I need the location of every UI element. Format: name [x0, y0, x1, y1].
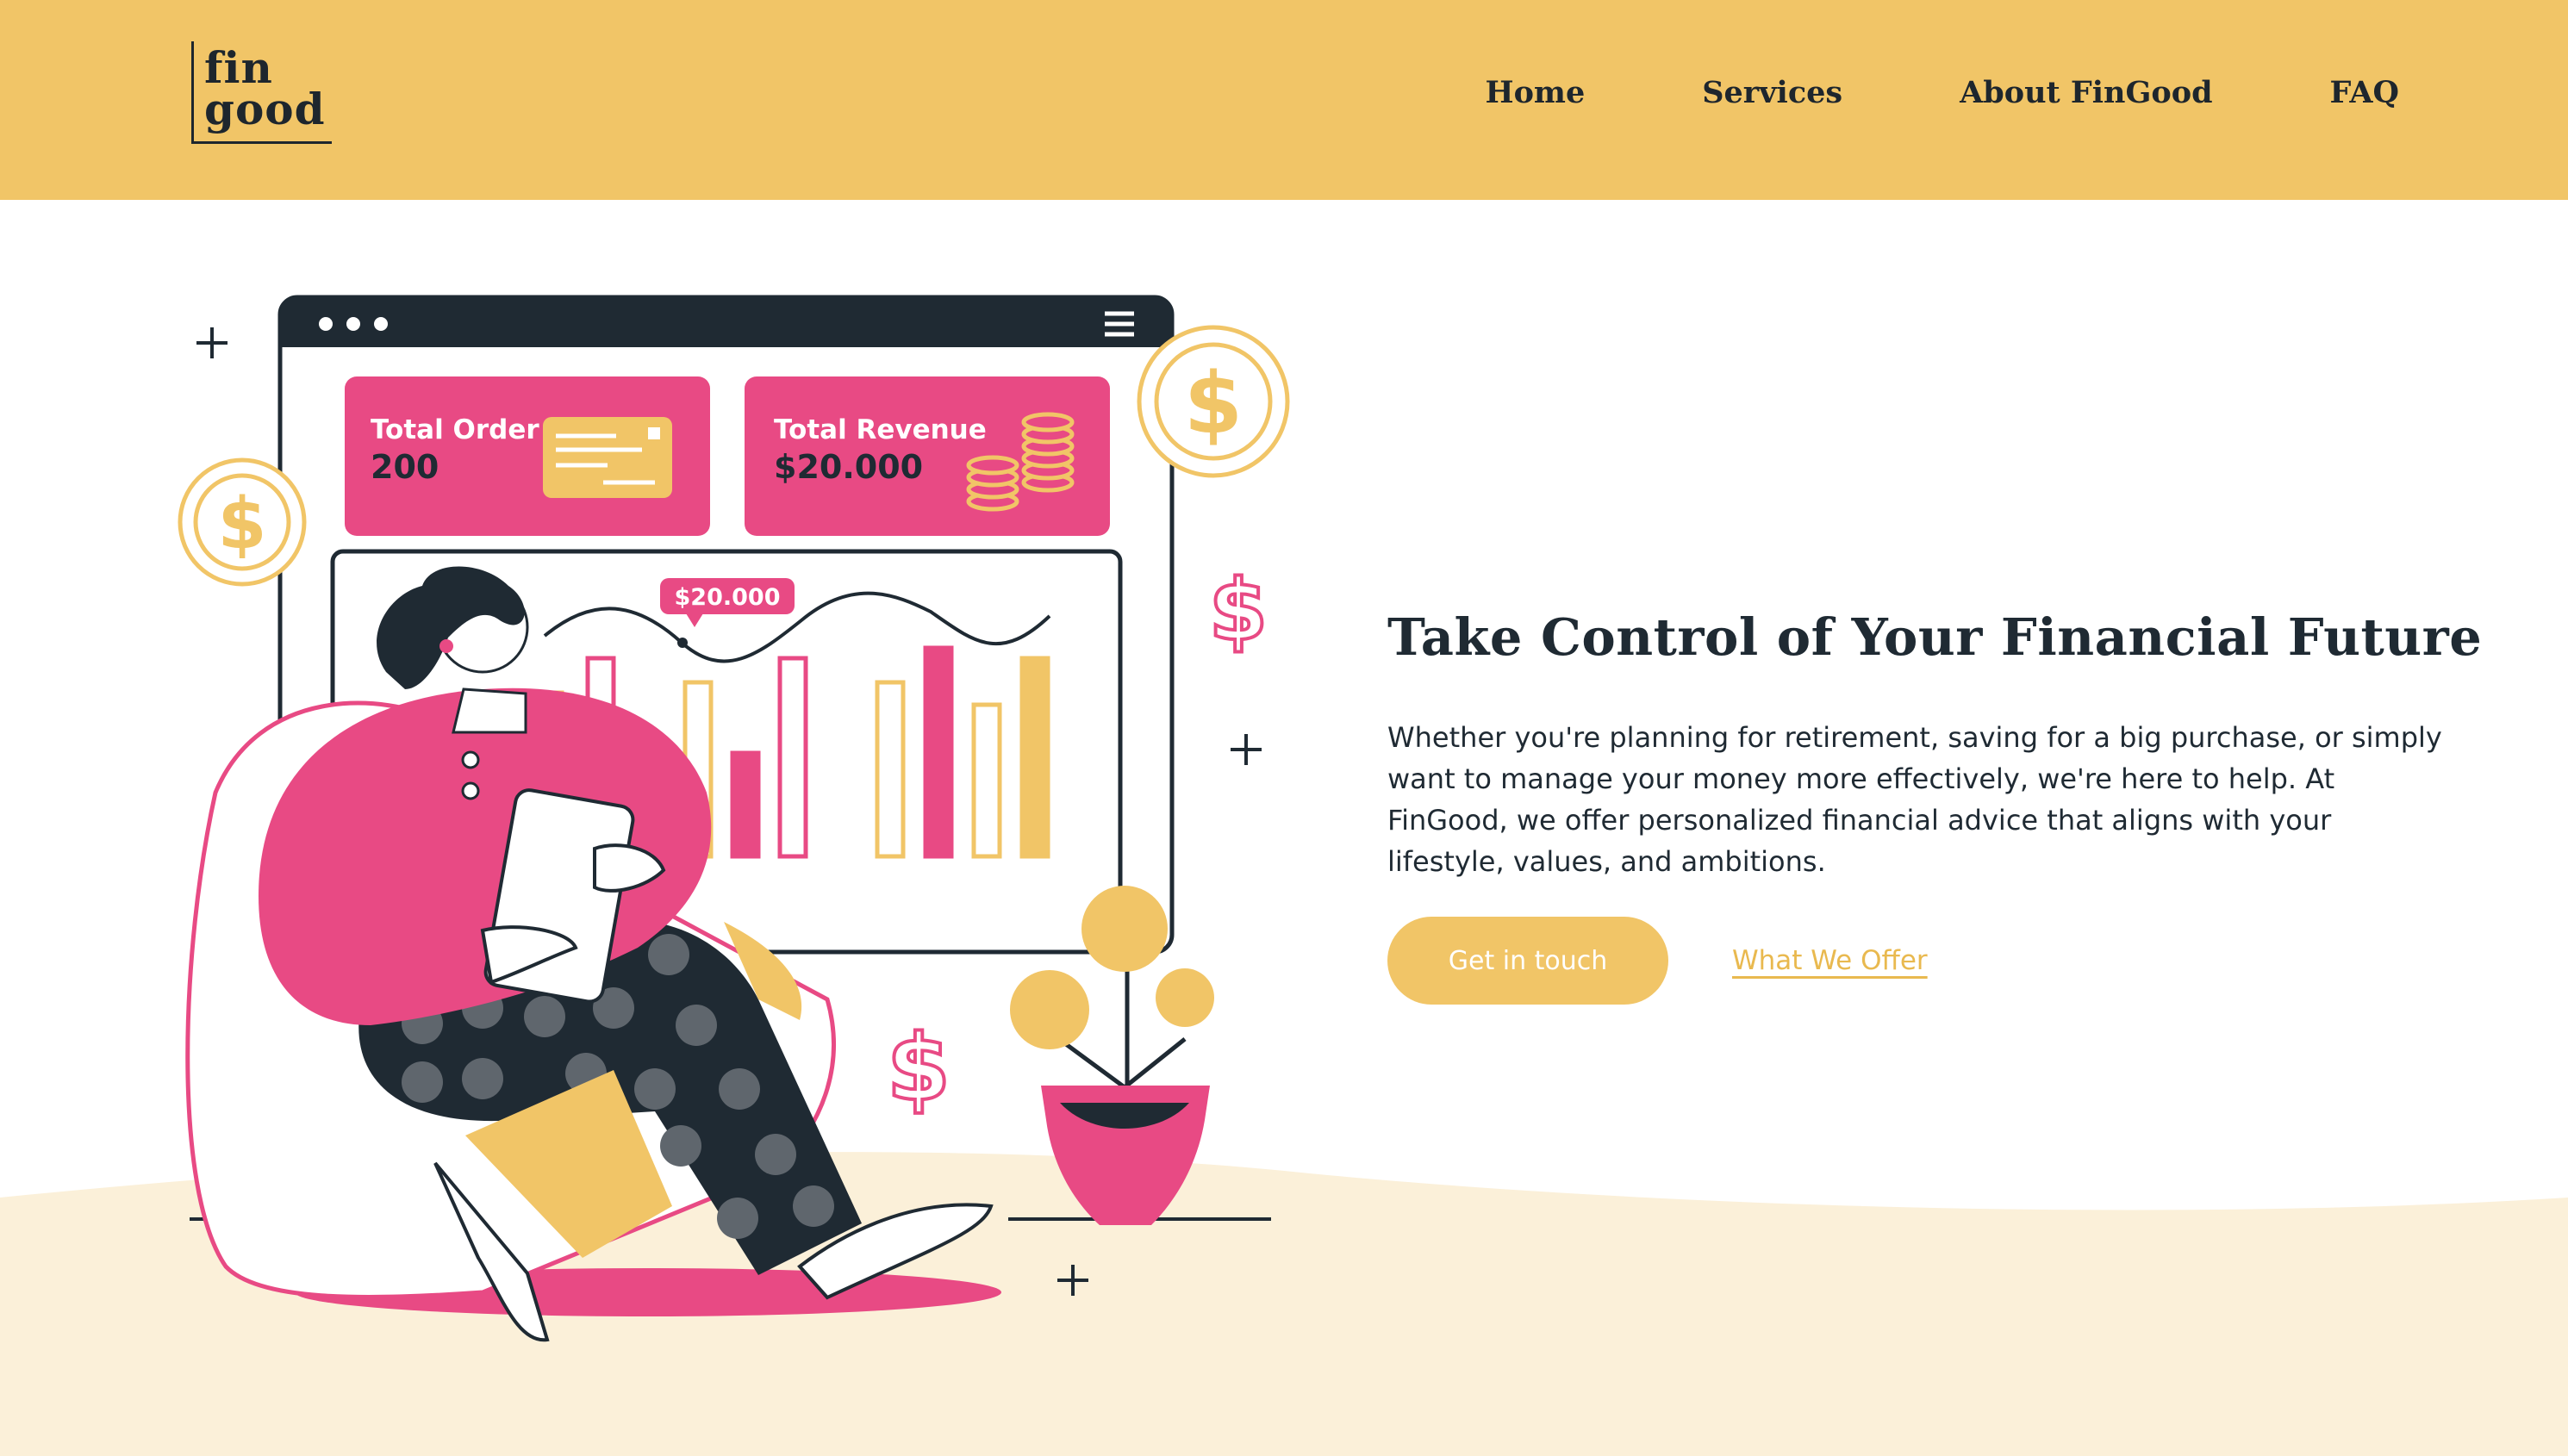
card1-value: 200 — [371, 448, 439, 486]
site-header: fin good Home Services About FinGood FAQ — [0, 0, 2568, 200]
nav-item-services[interactable]: Services — [1702, 71, 1842, 115]
svg-text:$: $ — [217, 483, 266, 565]
card1-label: Total Order — [371, 414, 539, 445]
dollar-sign-icon: $ — [1209, 562, 1268, 660]
card2-value: $20.000 — [774, 448, 923, 486]
hero-title: Take Control of Your Financial Future — [1387, 607, 2483, 667]
finance-illustration: Total Order 200 Total Revenue $20.000 $2… — [178, 295, 1290, 1342]
nav-item-home[interactable]: Home — [1486, 71, 1586, 115]
dollar-sign-icon: $ — [887, 1015, 951, 1121]
card2-label: Total Revenue — [774, 414, 987, 445]
hero-section: Take Control of Your Financial Future Wh… — [1387, 603, 2483, 1005]
cta-row: Get in touch What We Offer — [1387, 917, 2473, 1005]
stat-card-total-order: Total Order 200 — [345, 376, 710, 536]
get-in-touch-button[interactable]: Get in touch — [1387, 917, 1668, 1005]
main-nav: Home Services About FinGood FAQ — [1486, 71, 2400, 115]
nav-item-about[interactable]: About FinGood — [1960, 71, 2212, 115]
stat-card-total-revenue: Total Revenue $20.000 — [745, 376, 1110, 536]
hero-description: Whether you're planning for retirement, … — [1387, 721, 2442, 878]
credit-card-icon — [543, 417, 672, 498]
dollar-coin-icon: $ — [1137, 325, 1290, 478]
what-we-offer-link[interactable]: What We Offer — [1732, 945, 1928, 976]
tooltip-value: $20.000 — [675, 584, 781, 611]
nav-item-faq[interactable]: FAQ — [2330, 71, 2399, 115]
svg-text:$: $ — [1184, 355, 1243, 453]
logo-text-good: good — [204, 84, 326, 134]
fingood-logo[interactable]: fin good — [191, 41, 332, 144]
dollar-coin-icon: $ — [178, 457, 307, 587]
